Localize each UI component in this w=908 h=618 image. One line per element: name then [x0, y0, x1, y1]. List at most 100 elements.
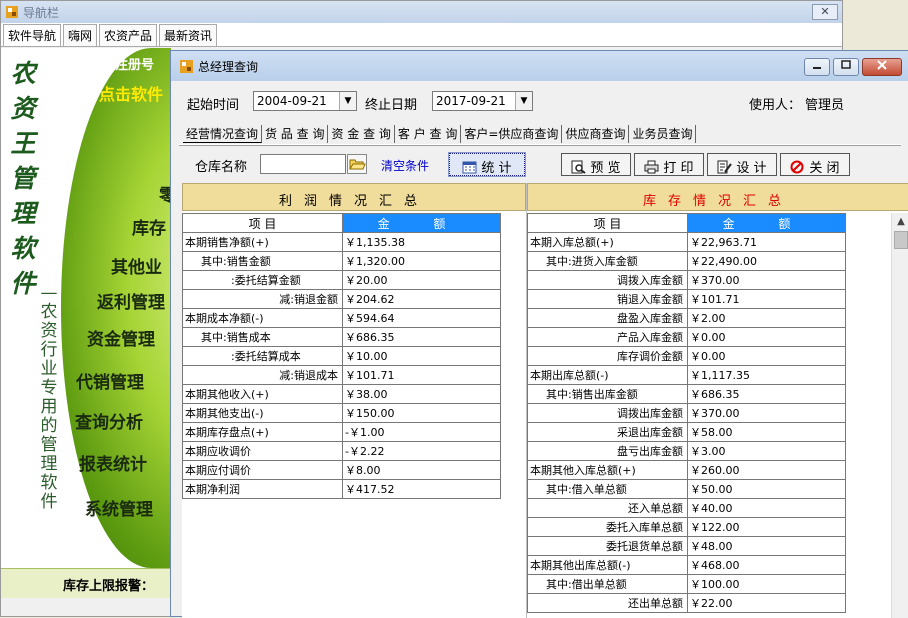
table-row[interactable]: 减:销退金额 ￥204.62 [182, 289, 501, 309]
tab-funds-query[interactable]: 资 金 查 询 [328, 125, 395, 143]
tab-customer-supplier-query[interactable]: 客户=供应商查询 [461, 125, 563, 143]
table-row[interactable]: 其中:销售出库金额 ￥686.35 [527, 384, 846, 404]
row-item-cell: 盘亏出库金额 [527, 441, 688, 461]
table-row[interactable]: 其中:借入单总额 ￥50.00 [527, 479, 846, 499]
close-window-button[interactable] [862, 58, 902, 76]
statistics-button[interactable]: 统 计 [448, 152, 526, 177]
scroll-up-icon[interactable]: ▲ [892, 213, 908, 230]
row-amount-cell: ￥40.00 [687, 498, 846, 518]
row-amount-cell: ￥22,490.00 [687, 251, 846, 271]
column-header-item: 项 目 [182, 213, 343, 233]
table-row[interactable]: 本期库存盘点(+) -￥1.00 [182, 422, 501, 442]
row-amount-cell: -￥1.00 [342, 422, 501, 442]
tab-customer-query[interactable]: 客 户 查 询 [395, 125, 462, 143]
table-row[interactable]: :委托结算金额 ￥20.00 [182, 270, 501, 290]
menu-item-system[interactable]: 系统管理 [85, 495, 153, 520]
subtitle-char: 行 [40, 340, 58, 360]
table-row[interactable]: 其中:销售金额 ￥1,320.00 [182, 251, 501, 271]
tab-business-overview[interactable]: 经营情况查询 [183, 125, 263, 143]
table-row[interactable]: 本期成本净额(-) ￥594.64 [182, 308, 501, 328]
print-button[interactable]: 打 印 [634, 153, 704, 176]
minimize-button[interactable] [804, 58, 830, 76]
nav-tab-products[interactable]: 农资产品 [99, 24, 158, 46]
clear-conditions-link[interactable]: 清空条件 [381, 157, 429, 174]
close-button[interactable]: 关 闭 [780, 153, 850, 176]
table-row[interactable]: 盘亏出库金额 ￥3.00 [527, 441, 846, 461]
row-item-cell: 库存调价金额 [527, 346, 688, 366]
table-row[interactable]: 其中:借出单总额 ￥100.00 [527, 574, 846, 594]
nav-tab-software[interactable]: 软件导航 [3, 24, 62, 46]
table-row[interactable]: 销退入库金额 ￥101.71 [527, 289, 846, 309]
table-row[interactable]: 本期入库总额(+) ￥22,963.71 [527, 232, 846, 252]
table-row[interactable]: 其中:进货入库金额 ￥22,490.00 [527, 251, 846, 271]
tab-salesperson-query[interactable]: 业务员查询 [629, 125, 697, 143]
subtitle-char: 用 [40, 397, 58, 417]
end-date-picker[interactable]: 2017-09-21 ▼ [432, 91, 533, 111]
table-row[interactable]: 委托退货单总额 ￥48.00 [527, 536, 846, 556]
table-row[interactable]: 还入单总额 ￥40.00 [527, 498, 846, 518]
table-row[interactable]: 本期其他收入(+) ￥38.00 [182, 384, 501, 404]
table-row[interactable]: 本期销售净额(+) ￥1,135.38 [182, 232, 501, 252]
table-row[interactable]: 本期应付调价 ￥8.00 [182, 460, 501, 480]
row-item-cell: 销退入库金额 [527, 289, 688, 309]
menu-item-query[interactable]: 查询分析 [75, 408, 143, 433]
table-row[interactable]: 还出单总额 ￥22.00 [527, 593, 846, 613]
table-row[interactable]: 减:销退成本 ￥101.71 [182, 365, 501, 385]
menu-item-reports[interactable]: 报表统计 [79, 450, 147, 475]
warehouse-input[interactable] [260, 154, 346, 174]
table-row[interactable]: 调拨入库金额 ￥370.00 [527, 270, 846, 290]
table-row[interactable]: 委托入库单总额 ￥122.00 [527, 517, 846, 537]
click-software-link[interactable]: 点击软件 [99, 81, 163, 105]
table-row[interactable]: 本期净利润 ￥417.52 [182, 479, 501, 499]
row-item-cell: 产品入库金额 [527, 327, 688, 347]
table-row[interactable]: 本期出库总额(-) ￥1,117.35 [527, 365, 846, 385]
table-row[interactable]: 本期其他入库总额(+) ￥260.00 [527, 460, 846, 480]
row-amount-cell: ￥594.64 [342, 308, 501, 328]
nav-tab-news[interactable]: 最新资讯 [159, 24, 218, 46]
table-row[interactable]: 调拨出库金额 ￥370.00 [527, 403, 846, 423]
logo-text: 农 资 王 管 理 软 件 [9, 56, 37, 301]
row-item-cell: 本期应付调价 [182, 460, 343, 480]
start-date-picker[interactable]: 2004-09-21 ▼ [253, 91, 357, 111]
menu-item-rebate[interactable]: 返利管理 [97, 288, 165, 313]
vertical-scrollbar[interactable]: ▲ [891, 213, 908, 618]
row-amount-cell: ￥1,320.00 [342, 251, 501, 271]
nav-window-close-button[interactable]: ✕ [812, 4, 838, 20]
row-amount-cell: ￥260.00 [687, 460, 846, 480]
design-button[interactable]: 设 计 [707, 153, 777, 176]
table-row[interactable]: 产品入库金额 ￥0.00 [527, 327, 846, 347]
subtitle-char: 农 [40, 302, 58, 322]
nav-tab-strip: 软件导航 嗨网 农资产品 最新资讯 [1, 23, 842, 47]
row-amount-cell: ￥370.00 [687, 270, 846, 290]
logo-subtitle: — 农 资 行 业 专 用 的 管 理 软 件 [39, 284, 59, 512]
table-row[interactable]: 本期其他出库总额(-) ￥468.00 [527, 555, 846, 575]
table-row[interactable]: 本期其他支出(-) ￥150.00 [182, 403, 501, 423]
table-row[interactable]: 其中:销售成本 ￥686.35 [182, 327, 501, 347]
preview-button[interactable]: 预 览 [561, 153, 631, 176]
chevron-down-icon[interactable]: ▼ [339, 92, 356, 110]
row-amount-cell: ￥50.00 [687, 479, 846, 499]
row-item-cell: 其中:借入单总额 [527, 479, 688, 499]
chevron-down-icon[interactable]: ▼ [515, 92, 532, 110]
table-row[interactable]: 采退出库金额 ￥58.00 [527, 422, 846, 442]
maximize-button[interactable] [833, 58, 859, 76]
nav-tab-haiwang[interactable]: 嗨网 [63, 24, 98, 46]
column-header-amount[interactable]: 金 额 [342, 213, 501, 233]
table-row[interactable]: 库存调价金额 ￥0.00 [527, 346, 846, 366]
row-item-cell: 调拨入库金额 [527, 270, 688, 290]
tab-supplier-query[interactable]: 供应商查询 [562, 125, 630, 143]
table-row[interactable]: 本期应收调价 -￥2.22 [182, 441, 501, 461]
menu-item-consignment[interactable]: 代销管理 [76, 368, 144, 393]
tab-goods-query[interactable]: 货 品 查 询 [262, 125, 329, 143]
scroll-thumb[interactable] [894, 231, 908, 249]
menu-item-funds[interactable]: 资金管理 [87, 325, 155, 350]
logo-char: 资 [10, 94, 36, 123]
print-label: 打 印 [663, 161, 694, 176]
menu-item-other-business[interactable]: 其他业 [111, 253, 162, 278]
row-amount-cell: ￥150.00 [342, 403, 501, 423]
table-row[interactable]: :委托结算成本 ￥10.00 [182, 346, 501, 366]
browse-warehouse-button[interactable] [347, 154, 367, 174]
table-row[interactable]: 盘盈入库金额 ￥2.00 [527, 308, 846, 328]
column-header-amount[interactable]: 金 额 [687, 213, 846, 233]
menu-item-inventory[interactable]: 库存 [132, 214, 166, 239]
